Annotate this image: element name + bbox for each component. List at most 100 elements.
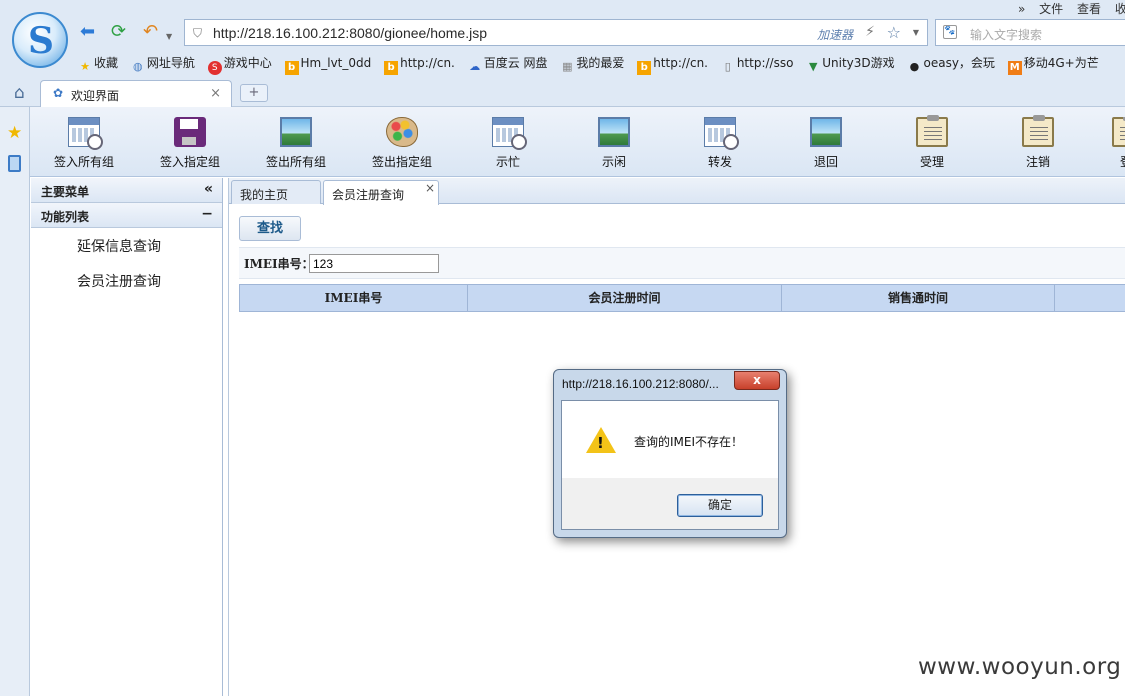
landscape-image-icon [810, 117, 842, 147]
menu-file[interactable]: 文件 [1039, 2, 1063, 16]
bookmark-label: http://cn. [400, 56, 455, 70]
imei-input[interactable] [309, 254, 439, 273]
baidu-cloud-icon: ☁ [469, 60, 481, 73]
dialog-close-button[interactable]: x [734, 371, 780, 390]
bookmark-label: Unity3D游戏 [822, 56, 895, 70]
bookmark-label: 网址导航 [146, 56, 195, 70]
section-toggle-icon[interactable]: − [201, 206, 213, 222]
favorites-star-icon[interactable]: ★ [7, 123, 22, 143]
browser-tab[interactable]: ✿ 欢迎界面 × [40, 80, 232, 107]
clipboard-icon [1112, 117, 1125, 147]
new-tab-button[interactable]: + [240, 84, 268, 102]
bookmark-label: Hm_lvt_0dd [300, 56, 372, 70]
bookmark-item[interactable]: ▼ Unity3D游戏 [806, 54, 895, 74]
show-busy-button[interactable]: 示忙 [458, 117, 558, 170]
dialog-message-area: ! 查询的IMEI不存在！ [562, 401, 778, 478]
bookmark-label: 游戏中心 [223, 56, 272, 70]
lightning-icon[interactable]: ⚡ [865, 24, 875, 40]
bookmark-item[interactable]: S 游戏中心 [207, 54, 272, 75]
undo-dropdown-icon[interactable]: ▼ [166, 27, 172, 47]
menu-item-member-registration-query[interactable]: 会员注册查询 [31, 267, 222, 302]
alert-dialog: http://218.16.100.212:8080/... x ! 查询的IM… [553, 369, 787, 538]
menu-favorites[interactable]: 收 [1115, 2, 1125, 16]
search-engine-icon[interactable]: 🐾 [943, 25, 957, 39]
bookmark-item[interactable]: b Hm_lvt_0dd [284, 56, 372, 75]
column-header-registration-time[interactable]: 会员注册时间 [468, 285, 782, 311]
show-idle-button[interactable]: 示闲 [564, 117, 664, 170]
app-toolbar: 签入所有组 签入指定组 签出所有组 签出指定组 示忙 示闲 转发 退回 受理 注… [30, 107, 1125, 177]
menu-item-warranty-query[interactable]: 延保信息查询 [31, 232, 222, 267]
favorite-star-icon[interactable]: ☆ [887, 23, 901, 42]
login-button[interactable]: 登 [1094, 117, 1125, 170]
toolbar-label: 示闲 [601, 155, 626, 169]
save-disk-icon [174, 117, 206, 147]
github-icon: ● [909, 60, 920, 73]
grid-icon: ▦ [562, 60, 573, 73]
browser-logo-icon[interactable]: S [12, 12, 68, 68]
tab-my-homepage[interactable]: 我的主页 [231, 180, 321, 204]
browser-tab-title: 欢迎界面 [71, 89, 120, 103]
collapse-panel-icon[interactable]: « [204, 181, 213, 197]
page-favicon-icon: ✿ [53, 86, 64, 100]
column-header-extra[interactable] [1055, 285, 1125, 311]
close-tab-icon[interactable]: × [425, 181, 435, 195]
address-dropdown-icon[interactable]: ▼ [913, 28, 919, 37]
bookmark-item[interactable]: ● oeasy，会玩 [907, 54, 995, 74]
forward-button[interactable]: 转发 [670, 117, 770, 170]
bookmark-item[interactable]: M 移动4G+为芒 [1007, 54, 1099, 75]
address-bar[interactable]: ⛉ http://218.16.100.212:8080/gionee/home… [184, 19, 928, 46]
tab-label: 会员注册查询 [332, 188, 405, 202]
toolbar-label: 签出指定组 [371, 155, 432, 169]
browser-chrome: S ⬅ ⟳ ↶ ▼ ⛉ http://218.16.100.212:8080/g… [0, 0, 1125, 107]
address-url[interactable]: http://218.16.100.212:8080/gionee/home.j… [213, 25, 487, 41]
left-menu-panel: 主要菜单 « 功能列表 − 延保信息查询 会员注册查询 [31, 178, 223, 696]
check-in-group-button[interactable]: 签入指定组 [140, 117, 240, 170]
bookmark-item[interactable]: ▦ 我的最爱 [560, 54, 624, 74]
ok-button[interactable]: 确定 [677, 494, 763, 517]
search-placeholder[interactable]: 输入文字搜索 [970, 26, 1042, 43]
menu-view[interactable]: 查看 [1077, 2, 1101, 16]
globe-icon: ◍ [133, 60, 143, 73]
bookmark-item[interactable]: b http://cn. [384, 56, 455, 75]
check-out-all-groups-button[interactable]: 签出所有组 [246, 117, 346, 170]
home-icon[interactable]: ⌂ [14, 83, 25, 103]
browser-tab-bar: ⌂ ✿ 欢迎界面 × + [0, 78, 1125, 107]
main-menu-header: 主要菜单 « [31, 178, 222, 203]
close-tab-icon[interactable]: × [210, 86, 221, 101]
undo-icon[interactable]: ↶ [143, 22, 158, 42]
landscape-image-icon [280, 117, 312, 147]
return-button[interactable]: 退回 [776, 117, 876, 170]
bookmark-item[interactable]: ◍ 网址导航 [131, 54, 195, 74]
toolbar-label: 签出所有组 [265, 155, 326, 169]
dialog-body: ! 查询的IMEI不存在！ 确定 [561, 400, 779, 530]
bookmark-item[interactable]: ★ 收藏 [78, 54, 118, 74]
check-out-group-button[interactable]: 签出指定组 [352, 117, 452, 170]
bookmark-item[interactable]: ▯ http://sso [721, 56, 794, 74]
search-box[interactable]: 🐾 输入文字搜索 [935, 19, 1125, 46]
tablet-icon[interactable] [8, 155, 21, 172]
find-button[interactable]: 查找 [239, 216, 301, 241]
back-arrow-icon[interactable]: ⬅ [80, 22, 95, 42]
bookmark-label: http://cn. [653, 56, 708, 70]
tab-member-registration-query[interactable]: 会员注册查询 × [323, 180, 439, 205]
accelerator-button[interactable]: 加速器 [817, 26, 853, 43]
accept-button[interactable]: 受理 [882, 115, 982, 170]
calendar-clock-icon [492, 117, 527, 150]
toolbar-label: 注销 [1025, 155, 1050, 169]
refresh-icon[interactable]: ⟳ [111, 22, 126, 42]
column-header-imei[interactable]: IMEI串号 [240, 285, 468, 311]
bookmark-item[interactable]: b http://cn. [637, 56, 708, 75]
unity-icon: ▼ [809, 60, 818, 73]
function-list-header[interactable]: 功能列表 − [31, 203, 222, 228]
column-header-sales-time[interactable]: 销售通时间 [782, 285, 1055, 311]
menu-overflow-icon[interactable]: » [1018, 2, 1025, 16]
page-icon: ▯ [724, 60, 731, 73]
bookmark-label: 我的最爱 [576, 56, 625, 70]
toolbar-label: 签入指定组 [159, 155, 220, 169]
bookmark-item[interactable]: ☁ 百度云 网盘 [468, 54, 547, 74]
logout-button[interactable]: 注销 [988, 115, 1088, 170]
watermark: www.wooyun.org [918, 654, 1122, 680]
bookmark-label: 移动4G+为芒 [1023, 56, 1099, 70]
check-in-all-groups-button[interactable]: 签入所有组 [34, 117, 134, 170]
bing-icon: b [637, 61, 652, 75]
